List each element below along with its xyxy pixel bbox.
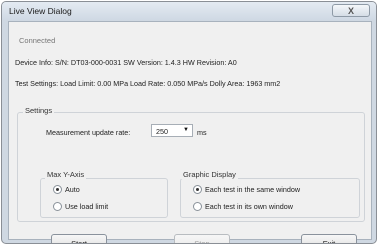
window-title: Live View Dialog	[9, 6, 72, 16]
exit-button[interactable]: Exit	[301, 234, 357, 243]
radio-button-checked[interactable]	[193, 185, 202, 194]
radio-use-load-limit[interactable]: Use load limit	[53, 202, 108, 211]
stop-button: Stop	[174, 234, 230, 243]
settings-group-label: Settings	[23, 106, 55, 115]
radio-button-checked[interactable]	[53, 185, 62, 194]
radio-own-window[interactable]: Each test in its own window	[193, 202, 293, 211]
max-y-axis-group	[40, 178, 168, 218]
dialog-body: Connected Device Info: S/N: DT03-000-003…	[8, 21, 372, 243]
radio-auto-label: Auto	[65, 185, 80, 194]
radio-auto[interactable]: Auto	[53, 185, 80, 194]
radio-button[interactable]	[53, 202, 62, 211]
radio-own-window-label: Each test in its own window	[205, 202, 293, 211]
radio-use-load-limit-label: Use load limit	[65, 202, 109, 211]
chevron-down-icon[interactable]: ▼	[183, 127, 189, 133]
graphic-display-group	[180, 178, 360, 218]
device-info: Device Info: S/N: DT03-000-0031 SW Versi…	[15, 58, 237, 67]
close-icon: X	[347, 5, 354, 16]
test-settings-info: Test Settings: Load Limit: 0.00 MPa Load…	[15, 79, 281, 88]
live-view-dialog: Live View Dialog X Connected Device Info…	[1, 1, 377, 244]
update-rate-unit: ms	[197, 128, 207, 137]
title-bar[interactable]: Live View Dialog X	[2, 2, 376, 20]
close-button[interactable]: X	[332, 4, 370, 17]
radio-button[interactable]	[193, 202, 202, 211]
update-rate-value: 250	[156, 127, 168, 136]
update-rate-select[interactable]: 250 ▼	[151, 124, 193, 137]
start-button[interactable]: Start	[51, 234, 107, 243]
connection-status: Connected	[19, 36, 56, 45]
graphic-display-label: Graphic Display	[181, 170, 238, 179]
radio-same-window-label: Each test in the same window	[205, 185, 301, 194]
radio-same-window[interactable]: Each test in the same window	[193, 185, 300, 194]
update-rate-label: Measurement update rate:	[46, 128, 131, 137]
max-y-axis-label: Max Y-Axis	[45, 170, 87, 179]
